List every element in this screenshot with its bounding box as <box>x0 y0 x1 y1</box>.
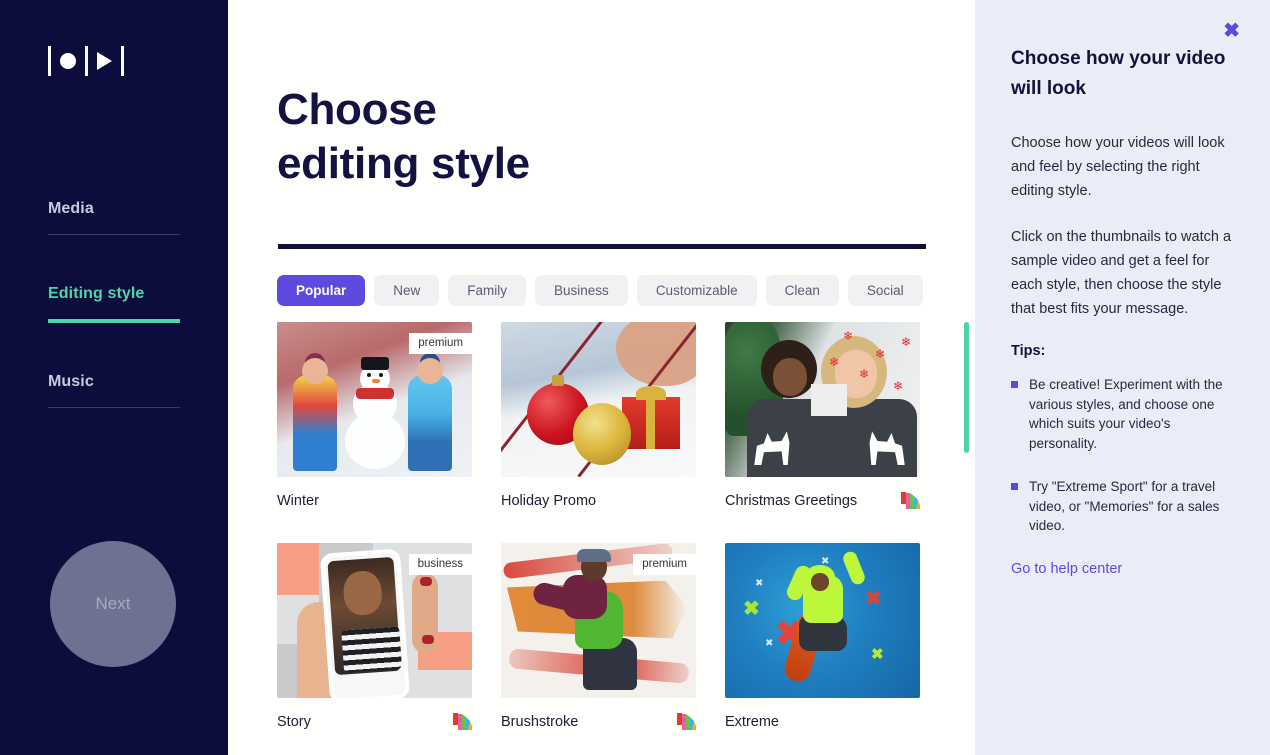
tab-clean[interactable]: Clean <box>765 274 839 306</box>
logo-record-dot-icon <box>60 53 76 69</box>
color-palette-icon <box>677 712 696 730</box>
logo-bar-left <box>48 46 51 76</box>
color-palette-icon <box>453 712 472 730</box>
badge-premium: premium <box>633 553 696 575</box>
sidebar-nav: Media Editing style Music <box>48 200 180 458</box>
main-content: Choose editing style Popular New Family … <box>228 0 975 755</box>
page-title-line-2: editing style <box>277 139 530 188</box>
help-panel: ✖ Choose how your video will look Choose… <box>975 0 1270 755</box>
style-thumbnail[interactable]: premium <box>277 322 472 477</box>
thumbnail-artwork <box>501 322 696 477</box>
thumbnail-artwork: ❄ ❄ ❄ ❄ ❄ ❄ <box>725 322 920 477</box>
video-editor-logo <box>48 45 124 77</box>
app-root: Media Editing style Music Next Choose ed… <box>0 0 1270 755</box>
page-title: Choose editing style <box>277 83 707 191</box>
style-card-title: Christmas Greetings <box>725 493 858 509</box>
tab-new[interactable]: New <box>374 274 440 306</box>
sidebar-item-media[interactable]: Media <box>48 200 180 235</box>
page-title-line-1: Choose <box>277 85 437 134</box>
tips-label: Tips: <box>1011 343 1046 359</box>
style-card-title: Holiday Promo <box>501 493 597 509</box>
tab-business[interactable]: Business <box>535 274 628 306</box>
sidebar-item-label: Media <box>48 200 94 217</box>
style-card-title: Story <box>277 713 311 730</box>
help-center-link[interactable]: Go to help center <box>1011 561 1122 577</box>
logo-bar-middle <box>85 46 88 76</box>
bullet-square-icon <box>1011 381 1018 388</box>
style-card-extreme[interactable]: ✖ ✖ ✖ ✖ ✖ ✖ ✖ ✖ <box>725 542 920 743</box>
main-scrollbar[interactable] <box>963 0 971 755</box>
sidebar-item-underline-active <box>48 319 180 323</box>
style-thumbnail[interactable]: ✖ ✖ ✖ ✖ ✖ ✖ ✖ ✖ <box>725 542 920 698</box>
color-palette-icon <box>901 492 920 509</box>
sidebar: Media Editing style Music Next <box>0 0 228 755</box>
style-card-footer: Brushstroke <box>501 712 696 732</box>
close-icon[interactable]: ✖ <box>1219 19 1244 43</box>
help-paragraph-1: Choose how your videos will look and fee… <box>1011 135 1225 199</box>
tip-text: Try "Extreme Sport" for a travel video, … <box>1029 479 1220 533</box>
sidebar-item-underline <box>48 234 180 235</box>
style-card-christmas-greetings[interactable]: ❄ ❄ ❄ ❄ ❄ ❄ Christmas Greetings <box>725 322 920 522</box>
help-panel-title: Choose how your video will look <box>1011 48 1226 99</box>
style-card-title: Winter <box>277 493 319 509</box>
badge-business: business <box>408 553 472 575</box>
tab-family[interactable]: Family <box>448 274 527 306</box>
sidebar-item-music[interactable]: Music <box>48 373 180 408</box>
style-card-title: Extreme <box>725 713 779 730</box>
next-button[interactable]: Next <box>50 541 176 667</box>
style-card-holiday-promo[interactable]: Holiday Promo <box>501 322 696 522</box>
style-thumbnail[interactable] <box>501 322 696 477</box>
style-card-footer: Winter <box>277 491 472 511</box>
tip-item: Be creative! Experiment with the various… <box>1011 375 1236 453</box>
logo-play-icon <box>97 52 112 70</box>
style-grid: premium Winter Holiday Promo ❄ ❄ ❄ ❄ ❄ ❄… <box>277 322 937 742</box>
style-card-footer: Story <box>277 712 472 732</box>
section-divider <box>278 244 926 249</box>
badge-premium: premium <box>409 333 472 354</box>
bullet-square-icon <box>1011 483 1018 490</box>
tip-text: Be creative! Experiment with the various… <box>1029 377 1223 451</box>
thumbnail-artwork: ✖ ✖ ✖ ✖ ✖ ✖ ✖ ✖ <box>725 542 920 698</box>
sidebar-item-editing-style[interactable]: Editing style <box>48 285 180 323</box>
sidebar-item-label: Editing style <box>48 285 145 302</box>
sidebar-item-underline <box>48 407 180 408</box>
style-card-footer: Holiday Promo <box>501 491 696 511</box>
style-card-title: Brushstroke <box>501 713 579 730</box>
style-card-brushstroke[interactable]: premium Brushstroke <box>501 542 696 743</box>
tab-customizable[interactable]: Customizable <box>636 274 757 306</box>
category-tabs: Popular New Family Business Customizable… <box>277 274 937 306</box>
style-thumbnail[interactable]: premium <box>501 542 696 698</box>
style-card-winter[interactable]: premium Winter <box>277 322 472 522</box>
chevron-right-icon[interactable]: › <box>934 280 937 301</box>
tab-popular[interactable]: Popular <box>277 274 366 306</box>
tips-list: Be creative! Experiment with the various… <box>1011 375 1236 536</box>
style-card-footer: Extreme <box>725 712 920 732</box>
style-thumbnail[interactable]: ❄ ❄ ❄ ❄ ❄ ❄ <box>725 322 920 477</box>
style-card-story[interactable]: business Story <box>277 542 472 743</box>
tip-item: Try "Extreme Sport" for a travel video, … <box>1011 477 1236 536</box>
style-card-footer: Christmas Greetings <box>725 491 920 511</box>
logo-bar-right <box>121 46 124 76</box>
main-scrollbar-thumb[interactable] <box>964 322 969 453</box>
help-paragraph-2: Click on the thumbnails to watch a sampl… <box>1011 229 1232 317</box>
style-thumbnail[interactable]: business <box>277 542 472 698</box>
tab-social[interactable]: Social <box>847 274 923 306</box>
sidebar-item-label: Music <box>48 373 94 390</box>
